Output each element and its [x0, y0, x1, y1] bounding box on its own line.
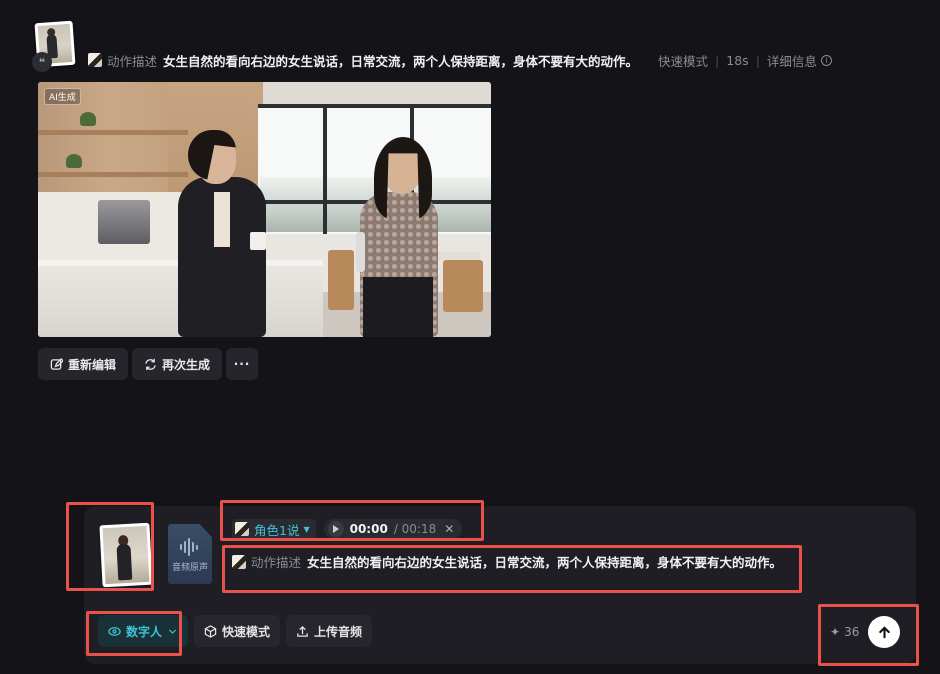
play-icon[interactable] [327, 521, 344, 537]
cube-icon [204, 624, 217, 638]
fast-mode-button[interactable]: 快速模式 [194, 615, 281, 647]
digital-human-button[interactable]: 数字人 [98, 615, 189, 647]
role-audio-row: 角色1说 ▼ 00:00 / 00:18 ✕ [232, 519, 463, 539]
action-description-text: 女生自然的看向右边的女生说话，日常交流，两个人保持距离，身体不要有大的动作。 [163, 53, 639, 69]
close-icon[interactable]: ✕ [444, 522, 454, 536]
regenerate-button[interactable]: 再次生成 [132, 348, 223, 380]
more-button[interactable]: ··· [226, 348, 259, 380]
composer-desc-label: 动作描述 [251, 555, 302, 570]
sparkle-icon: ✦ [830, 625, 841, 639]
credits-value: 36 [844, 625, 860, 639]
ai-generated-tag: AI生成 [44, 88, 81, 105]
role-label: 角色1说 [254, 522, 300, 538]
edit-icon [50, 357, 63, 370]
mode-label: 快速模式 [658, 53, 709, 69]
reedit-button[interactable]: 重新编辑 [38, 348, 129, 380]
audio-player: 00:00 / 00:18 ✕ [323, 519, 463, 539]
caret-down-icon: ▼ [303, 524, 310, 534]
send-button[interactable] [868, 616, 900, 648]
more-icon: ··· [233, 357, 251, 371]
role-selector[interactable]: 角色1说 ▼ [232, 519, 316, 539]
credits-counter: ✦ 36 [830, 625, 859, 639]
composer-reference-image[interactable] [99, 522, 153, 588]
quote-icon: ❝ [32, 52, 52, 72]
character-avatar [88, 53, 102, 67]
upload-icon [297, 625, 308, 637]
eye-icon [108, 626, 121, 636]
fast-mode-label: 快速模式 [222, 624, 271, 639]
audio-file-thumbnail[interactable]: 音频原声 [168, 524, 212, 584]
message-actions: 重新编辑 再次生成 ··· [38, 348, 259, 380]
composer-desc-text: 女生自然的看向右边的女生说话，日常交流，两个人保持距离，身体不要有大的动作。 [307, 555, 783, 570]
audio-current-time: 00:00 [349, 522, 388, 536]
upload-audio-label: 上传音频 [314, 624, 363, 639]
upload-audio-button[interactable]: 上传音频 [286, 615, 373, 647]
message-meta: 快速模式 | 18s | 详细信息 i [658, 51, 832, 70]
arrow-up-icon [878, 625, 890, 638]
regenerate-label: 再次生成 [162, 357, 211, 372]
character-avatar [232, 554, 246, 569]
reedit-label: 重新编辑 [68, 357, 117, 372]
generated-image[interactable]: AI生成 [38, 82, 491, 337]
composer-description[interactable]: 动作描述 女生自然的看向右边的女生说话，日常交流，两个人保持距离，身体不要有大的… [232, 552, 782, 571]
audio-total-time: / 00:18 [393, 522, 437, 536]
composer-toolbar: 数字人 快速模式 上传音频 [98, 615, 373, 647]
role-avatar [235, 522, 249, 536]
action-description-label: 动作描述 [107, 53, 158, 69]
digital-human-label: 数字人 [126, 624, 163, 639]
message-header: 动作描述 女生自然的看向右边的女生说话，日常交流，两个人保持距离，身体不要有大的… [88, 50, 832, 70]
refresh-icon [145, 358, 156, 370]
duration-label: 18s [726, 52, 749, 68]
details-link[interactable]: 详细信息 [767, 51, 817, 70]
audio-wave-icon [180, 538, 200, 556]
audio-file-label: 音频原声 [171, 563, 208, 573]
info-icon[interactable]: i [820, 54, 832, 66]
chevron-down-icon [168, 629, 177, 634]
